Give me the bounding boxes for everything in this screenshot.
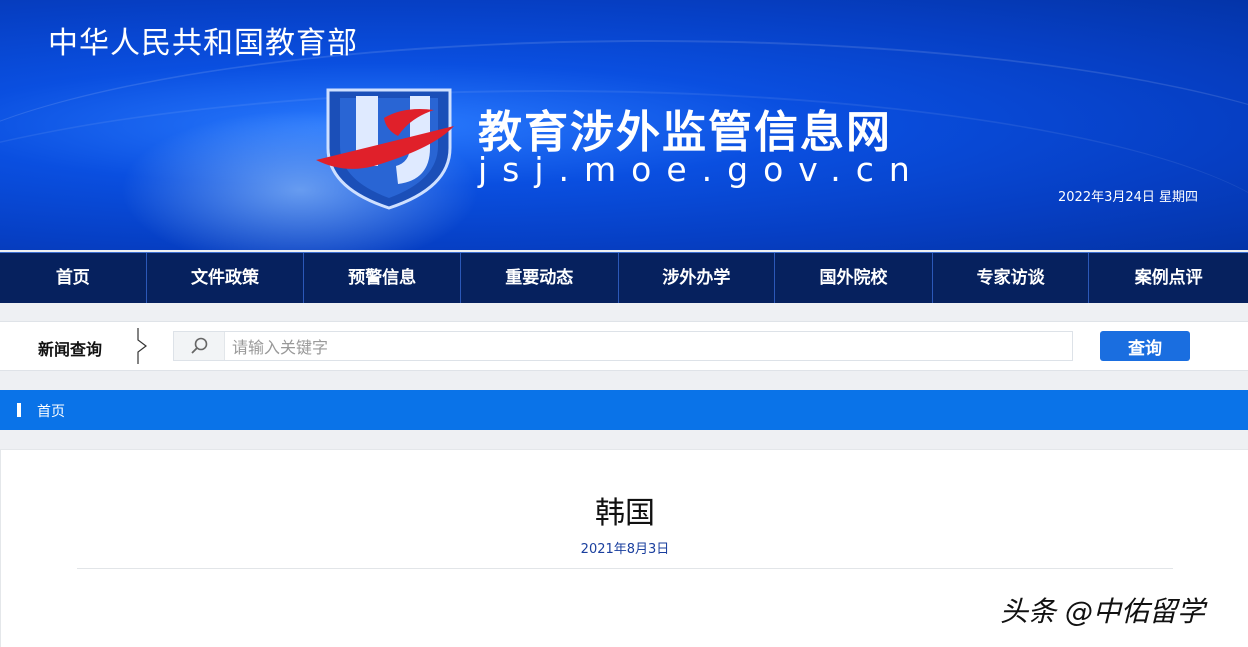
divider	[77, 568, 1173, 569]
nav-item-expert-interview[interactable]: 专家访谈	[933, 253, 1090, 303]
nav-item-policy[interactable]: 文件政策	[147, 253, 305, 303]
main-nav: 首页 文件政策 预警信息 重要动态 涉外办学 国外院校 专家访谈 案例点评	[0, 252, 1248, 303]
search-label: 新闻查询	[38, 340, 103, 359]
search-box	[173, 331, 1073, 361]
chevron-right-icon	[137, 328, 147, 364]
search-icon-wrap	[174, 332, 225, 360]
nav-item-foreign-school[interactable]: 涉外办学	[619, 253, 776, 303]
breadcrumb-marker	[17, 403, 21, 417]
nav-item-overseas-institutions[interactable]: 国外院校	[775, 253, 933, 303]
watermark: 头条 @中佑留学	[1000, 595, 1205, 628]
header-banner: 中华人民共和国教育部 教育涉外监管信息网 jsj.moe.gov.cn 2022…	[0, 0, 1248, 250]
search-button[interactable]: 查询	[1100, 331, 1190, 361]
site-logo-icon[interactable]	[314, 88, 464, 210]
search-bar: 新闻查询 查询	[0, 321, 1248, 371]
breadcrumb: 首页	[0, 390, 1248, 430]
current-date: 2022年3月24日 星期四	[1058, 190, 1199, 205]
article-title: 韩国	[595, 496, 655, 531]
nav-item-news[interactable]: 重要动态	[461, 253, 619, 303]
site-url: jsj.moe.gov.cn	[478, 150, 925, 189]
nav-item-home[interactable]: 首页	[0, 253, 147, 303]
breadcrumb-home-link[interactable]: 首页	[37, 401, 65, 421]
nav-item-warning[interactable]: 预警信息	[304, 253, 461, 303]
search-icon	[191, 337, 208, 354]
search-input[interactable]	[230, 334, 1064, 360]
article-date: 2021年8月3日	[580, 542, 670, 557]
nav-item-case-review[interactable]: 案例点评	[1089, 253, 1248, 303]
ministry-name: 中华人民共和国教育部	[48, 26, 358, 61]
